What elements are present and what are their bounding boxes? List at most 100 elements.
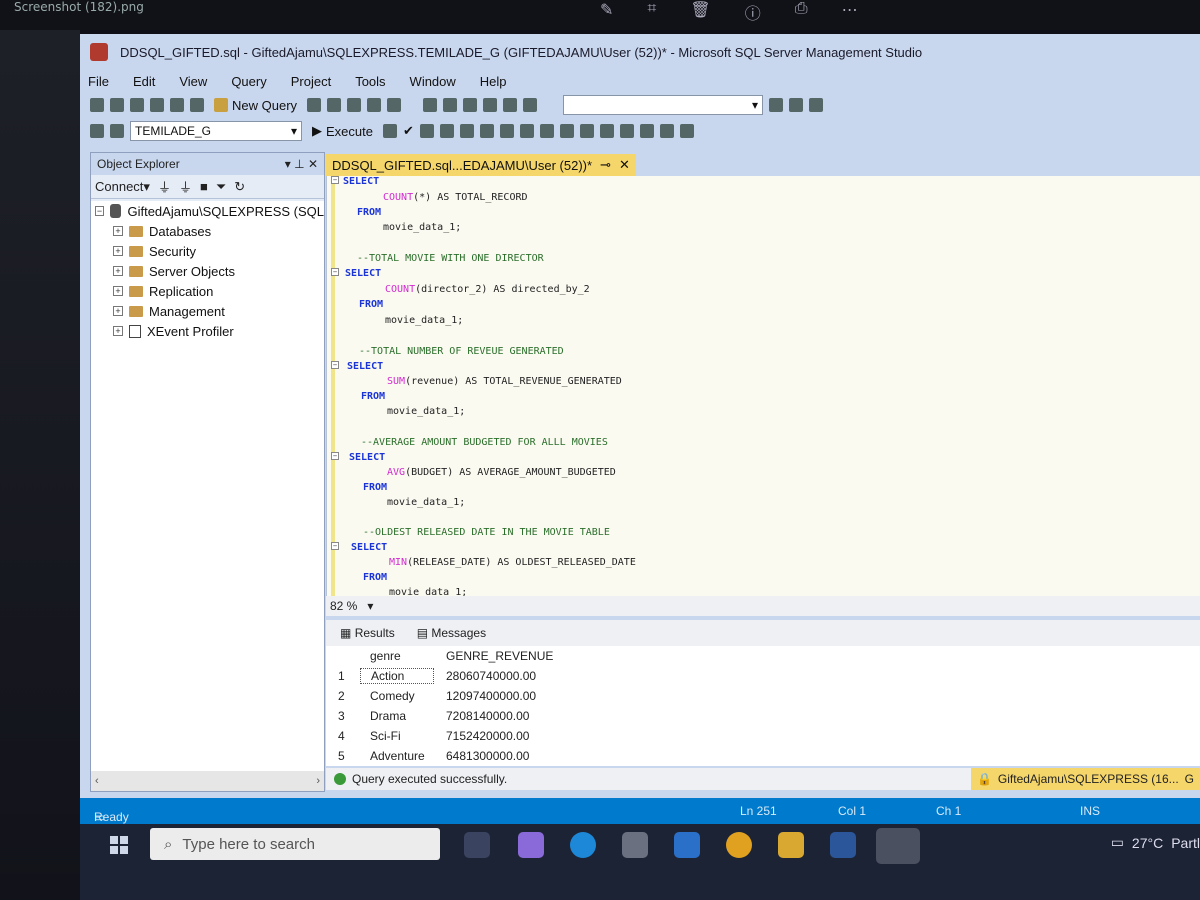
chevron-down-icon[interactable]: ▾ [367, 599, 373, 613]
cell-genre[interactable]: Drama [360, 709, 434, 723]
more-icon[interactable]: ⋯ [842, 0, 858, 24]
save-all-icon[interactable] [190, 98, 204, 112]
activity-monitor-icon[interactable] [523, 98, 538, 112]
xmla-query-icon[interactable] [387, 98, 402, 112]
column-header-genre-revenue[interactable]: GENRE_REVENUE [434, 649, 564, 663]
ssms-taskbar-icon[interactable] [876, 828, 920, 864]
weather-desc[interactable]: Partl [1171, 835, 1200, 851]
column-header-genre[interactable]: genre [360, 649, 434, 663]
menu-help[interactable]: Help [480, 74, 507, 89]
menu-edit[interactable]: Edit [133, 74, 155, 89]
store-icon[interactable] [622, 832, 648, 858]
expand-icon[interactable]: + [113, 246, 123, 256]
tree-item-replication[interactable]: + Replication [91, 281, 324, 301]
cell-genre[interactable]: Sci-Fi [360, 729, 434, 743]
undo-icon[interactable] [483, 98, 498, 112]
tab-messages[interactable]: ▤ Messages [417, 626, 486, 640]
tab-results[interactable]: ▦ Results [340, 626, 395, 640]
db-engine-query-icon[interactable] [307, 98, 322, 112]
client-stats-icon[interactable] [519, 124, 534, 138]
collapse-icon[interactable]: − [331, 176, 339, 184]
results-to-grid-icon[interactable] [559, 124, 574, 138]
stop-icon[interactable]: ■ [200, 179, 208, 194]
connect-icon[interactable] [90, 124, 104, 138]
query-options-icon[interactable] [439, 124, 454, 138]
tree-server-node[interactable]: − GiftedAjamu\SQLEXPRESS (SQL [91, 201, 324, 221]
mdx-query-icon[interactable] [347, 98, 362, 112]
dmx-query-icon[interactable] [367, 98, 382, 112]
collapse-icon[interactable]: − [331, 542, 339, 550]
menu-project[interactable]: Project [291, 74, 331, 89]
live-stats-icon[interactable] [499, 124, 514, 138]
include-plan-icon[interactable] [479, 124, 494, 138]
zoom-level[interactable]: 82 % [330, 599, 357, 613]
tree-item-server-objects[interactable]: + Server Objects [91, 261, 324, 281]
word-icon[interactable] [830, 832, 856, 858]
scroll-right-icon[interactable]: › [316, 775, 320, 787]
tree-item-xevent-profiler[interactable]: + XEvent Profiler [91, 321, 324, 341]
cell-genre[interactable]: Comedy [360, 689, 434, 703]
new-project-icon[interactable] [130, 98, 144, 112]
crop-icon[interactable]: ⌗ [647, 0, 656, 24]
menu-file[interactable]: File [88, 74, 109, 89]
connect-dropdown[interactable]: Connect▾ [95, 179, 150, 195]
expand-icon[interactable]: + [113, 226, 123, 236]
refresh-icon[interactable]: ↻ [234, 179, 245, 195]
table-row[interactable]: 5 Adventure 6481300000.00 [330, 746, 564, 766]
table-row[interactable]: 4 Sci-Fi 7152420000.00 [330, 726, 564, 746]
comment-icon[interactable] [599, 124, 614, 138]
save-icon[interactable] [170, 98, 184, 112]
tree-item-management[interactable]: + Management [91, 301, 324, 321]
tab-ddsql-gifted[interactable]: DDSQL_GIFTED.sql...EDAJAMU\User (52))* ⊸… [326, 154, 636, 176]
expand-icon[interactable]: + [113, 326, 123, 336]
find-combo[interactable]: ▾ [563, 95, 764, 115]
connect-plug-icon[interactable]: ⏚ [158, 177, 171, 196]
taskbar-search-input[interactable]: ⌕ Type here to search [150, 828, 440, 860]
results-to-text-icon[interactable] [539, 124, 554, 138]
pin-icon[interactable]: ⊸ [600, 157, 611, 173]
edit-icon[interactable]: ✎ [600, 0, 613, 24]
cell-revenue[interactable]: 6481300000.00 [434, 749, 564, 763]
close-icon[interactable]: ✕ [308, 157, 318, 171]
collapse-icon[interactable]: − [331, 361, 339, 369]
collapse-icon[interactable]: − [331, 452, 339, 460]
cell-revenue[interactable]: 12097400000.00 [434, 689, 564, 703]
cut-icon[interactable] [423, 98, 438, 112]
collapse-icon[interactable]: − [331, 268, 339, 276]
open-file-icon[interactable] [150, 98, 164, 112]
delete-icon[interactable]: 🗑 [690, 0, 710, 24]
execute-button[interactable]: ▶ Execute [308, 121, 377, 141]
close-icon[interactable]: ✕ [619, 157, 630, 173]
decrease-indent-icon[interactable] [639, 124, 654, 138]
specify-values-icon[interactable] [679, 124, 694, 138]
properties-icon[interactable] [789, 98, 804, 112]
menu-query[interactable]: Query [231, 74, 266, 89]
paste-icon[interactable] [463, 98, 478, 112]
back-icon[interactable] [90, 98, 104, 112]
stop-icon[interactable] [382, 124, 397, 138]
cell-revenue[interactable]: 28060740000.00 [434, 669, 564, 683]
analysis-query-icon[interactable] [327, 98, 342, 112]
toolbox-icon[interactable] [809, 98, 824, 112]
cell-revenue[interactable]: 7208140000.00 [434, 709, 564, 723]
collapse-icon[interactable]: − [95, 206, 105, 216]
database-select[interactable]: TEMILADE_G ▾ [130, 121, 302, 141]
copy-icon[interactable] [443, 98, 458, 112]
table-row[interactable]: 2 Comedy 12097400000.00 [330, 686, 564, 706]
menu-view[interactable]: View [179, 74, 207, 89]
tree-item-security[interactable]: + Security [91, 241, 324, 261]
windows-start-icon[interactable] [110, 836, 128, 854]
task-view-icon[interactable] [464, 832, 490, 858]
cell-revenue[interactable]: 7152420000.00 [434, 729, 564, 743]
horizontal-scrollbar[interactable]: ‹ › [91, 771, 324, 791]
parse-check-icon[interactable]: ✔ [403, 123, 414, 139]
estimated-plan-icon[interactable] [419, 124, 434, 138]
forward-icon[interactable] [110, 98, 124, 112]
tree-item-databases[interactable]: + Databases [91, 221, 324, 241]
filter-icon[interactable]: ⏷ [216, 179, 226, 195]
solution-explorer-icon[interactable] [769, 98, 784, 112]
chrome-icon[interactable] [726, 832, 752, 858]
expand-icon[interactable]: + [113, 286, 123, 296]
increase-indent-icon[interactable] [659, 124, 674, 138]
outlook-icon[interactable] [674, 832, 700, 858]
